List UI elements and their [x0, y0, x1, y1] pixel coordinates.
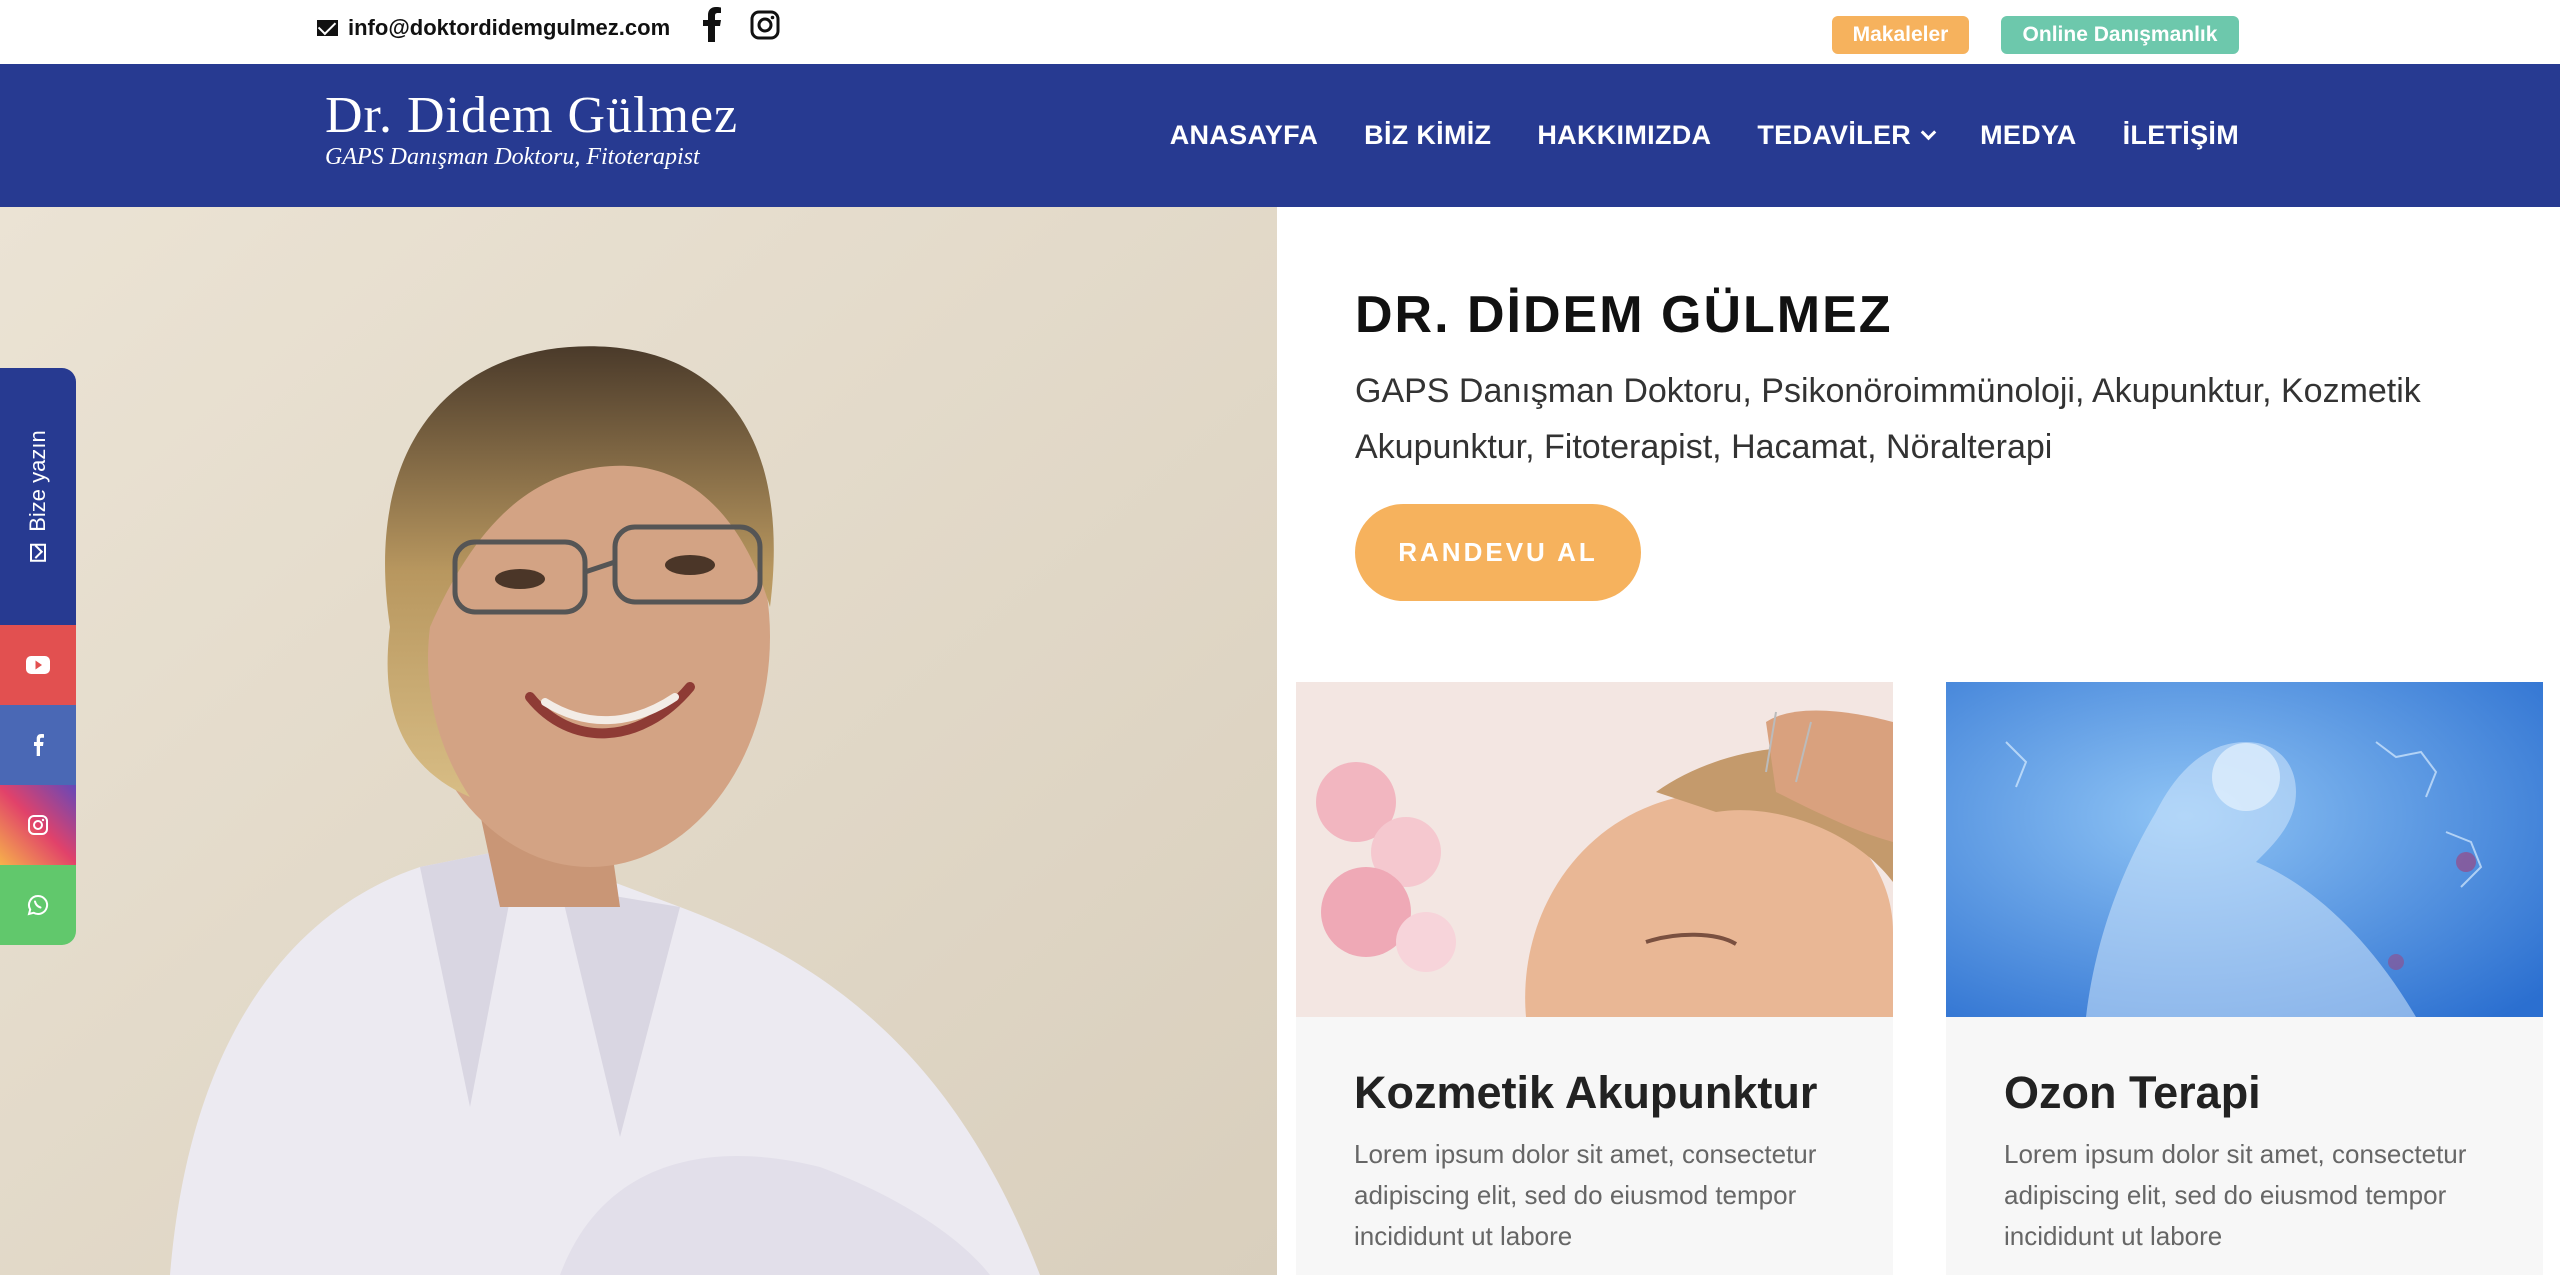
articles-button[interactable]: Makaleler — [1832, 16, 1969, 54]
service-card-ozone-therapy[interactable]: Ozon Terapi Lorem ipsum dolor sit amet, … — [1946, 682, 2543, 1275]
online-consultation-button[interactable]: Online Danışmanlık — [2001, 16, 2239, 54]
envelope-icon — [30, 543, 46, 562]
nav-item-who-we-are[interactable]: BİZ KİMİZ — [1364, 120, 1491, 151]
instagram-icon[interactable] — [750, 10, 780, 40]
service-card-cosmetic-acupuncture[interactable]: Kozmetik Akupunktur Lorem ipsum dolor si… — [1296, 682, 1893, 1275]
hero-subtitle: GAPS Danışman Doktoru, Psikonöroimmünolo… — [1355, 372, 2421, 466]
youtube-icon — [26, 656, 50, 674]
write-to-us-label: Bize yazın — [25, 430, 50, 532]
email-link[interactable]: info@doktordidemgulmez.com — [317, 14, 670, 42]
nav-item-treatments-label: TEDAVİLER — [1757, 120, 1912, 150]
email-text: info@doktordidemgulmez.com — [348, 15, 671, 40]
side-facebook-button[interactable] — [0, 705, 76, 785]
main-nav: ANASAYFA BİZ KİMİZ HAKKIMIZDA TEDAVİLER … — [1170, 64, 2239, 207]
card-text: Lorem ipsum dolor sit amet, consectetur … — [1354, 1139, 1817, 1251]
main-header: Dr. Didem Gülmez GAPS Danışman Doktoru, … — [0, 64, 2560, 207]
nav-item-home[interactable]: ANASAYFA — [1170, 120, 1318, 151]
facebook-icon — [34, 734, 44, 756]
card-title: Kozmetik Akupunktur — [1354, 1067, 1818, 1118]
nav-item-media[interactable]: MEDYA — [1980, 120, 2077, 151]
ozone-therapy-image — [1946, 682, 2543, 1017]
card-text: Lorem ipsum dolor sit amet, consectetur … — [2004, 1139, 2467, 1251]
site-logo[interactable]: Dr. Didem Gülmez GAPS Danışman Doktoru, … — [325, 87, 739, 171]
doctor-photo — [0, 207, 1277, 1275]
instagram-icon — [28, 815, 48, 835]
top-bar: info@doktordidemgulmez.com Makaleler Onl… — [0, 0, 2560, 64]
whatsapp-icon — [27, 894, 49, 916]
side-youtube-button[interactable] — [0, 625, 76, 705]
envelope-icon — [317, 20, 338, 36]
hero-title: DR. DİDEM GÜLMEZ — [1355, 286, 1893, 344]
side-instagram-button[interactable] — [0, 785, 76, 865]
logo-name: Dr. Didem Gülmez — [325, 87, 739, 144]
side-contact-widget: Bize yazın — [0, 368, 76, 945]
nav-item-about[interactable]: HAKKIMIZDA — [1537, 120, 1711, 151]
page: info@doktordidemgulmez.com Makaleler Onl… — [0, 0, 2560, 1275]
appointment-button[interactable]: RANDEVU AL — [1355, 504, 1641, 601]
nav-item-treatments[interactable]: TEDAVİLER — [1757, 120, 1937, 151]
logo-subtitle: GAPS Danışman Doktoru, Fitoterapist — [325, 144, 700, 170]
cosmetic-acupuncture-image — [1296, 682, 1893, 1017]
nav-item-contact[interactable]: İLETİŞİM — [2123, 120, 2239, 151]
side-whatsapp-button[interactable] — [0, 865, 76, 945]
card-title: Ozon Terapi — [2004, 1067, 2261, 1118]
facebook-icon[interactable] — [700, 6, 724, 42]
chevron-down-icon — [1920, 124, 1937, 141]
write-to-us-button[interactable]: Bize yazın — [0, 368, 76, 625]
